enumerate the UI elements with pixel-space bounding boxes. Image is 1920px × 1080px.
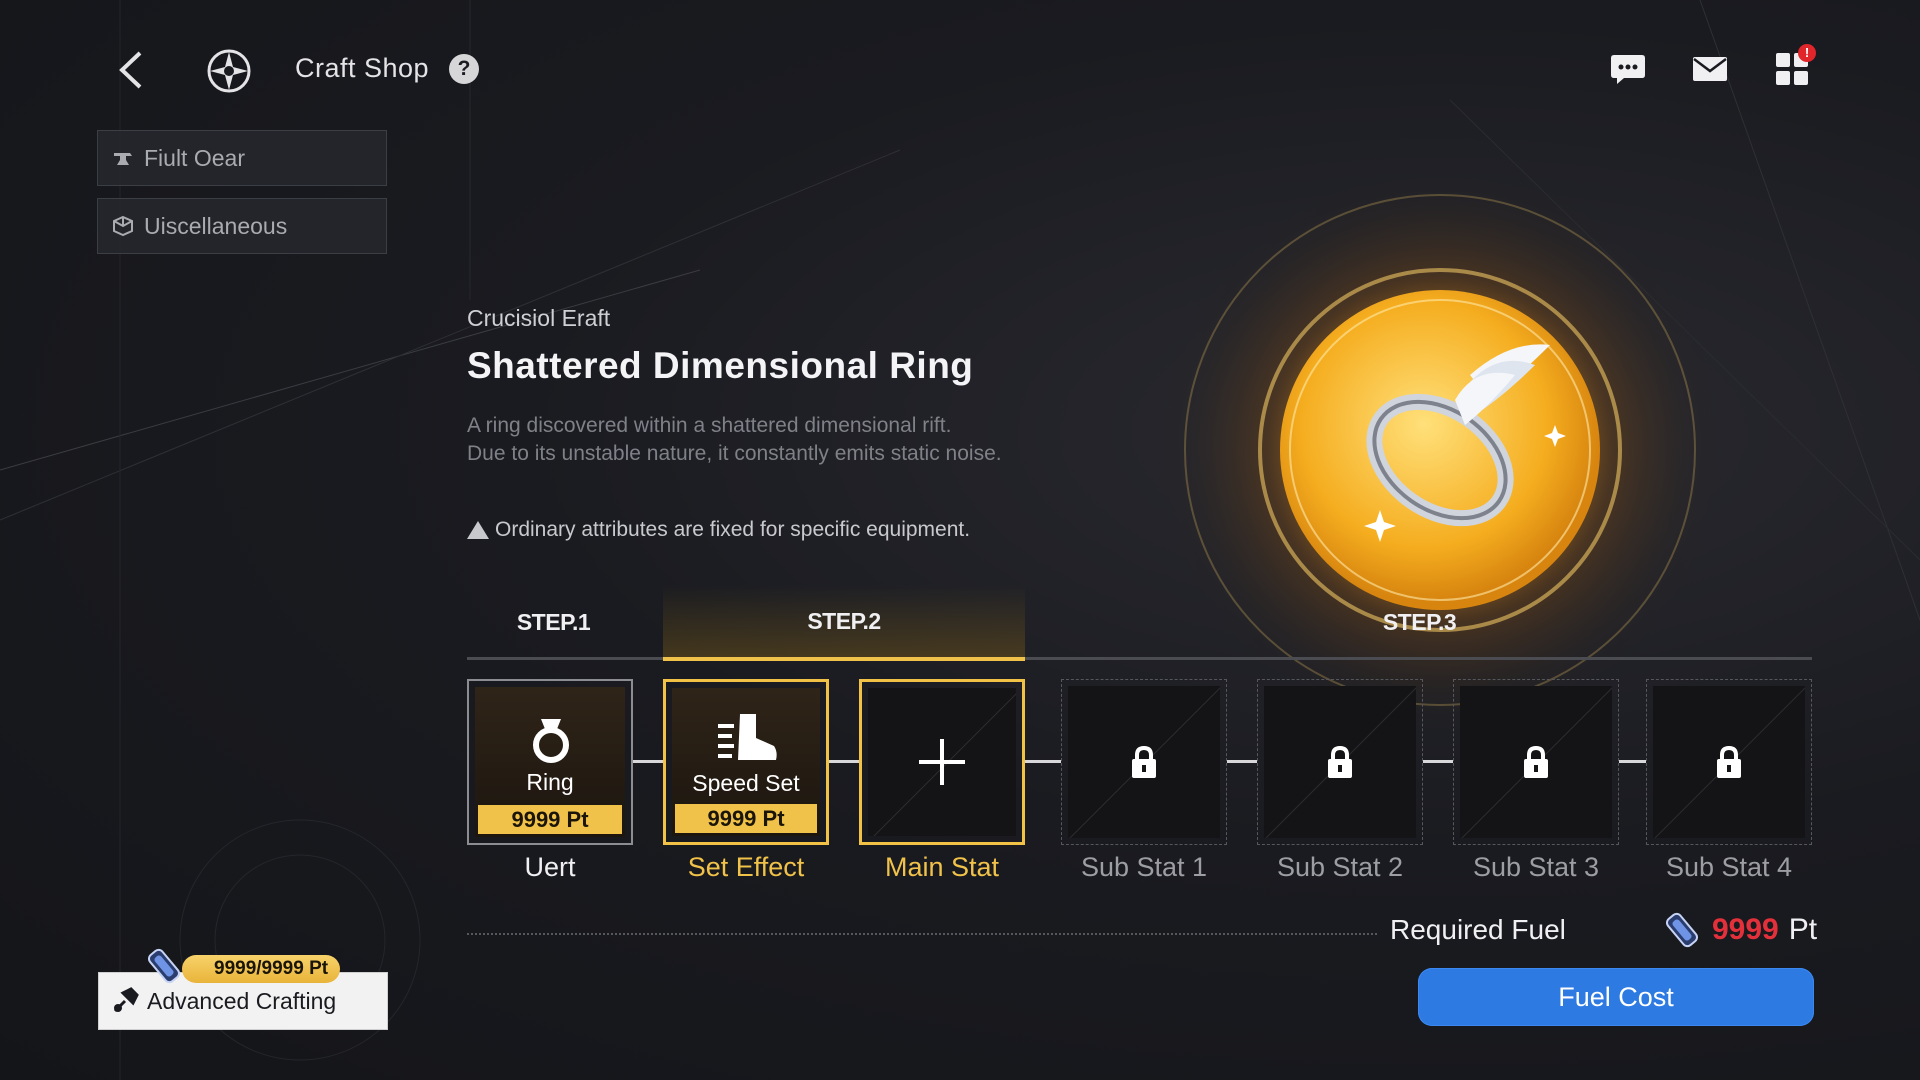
item-description: A ring discovered within a shattered dim… bbox=[467, 412, 1107, 468]
slot-label: Main Stat bbox=[884, 852, 1000, 882]
plus-icon bbox=[919, 739, 965, 785]
craft-emblem-icon bbox=[207, 49, 251, 93]
lock-icon bbox=[1717, 745, 1741, 778]
item-name: Shattered Dimensional Ring bbox=[467, 345, 974, 386]
craft-button[interactable]: Fuel Cost bbox=[1418, 968, 1814, 1026]
warning-text: Ordinary attributes are fixed for specif… bbox=[495, 518, 971, 541]
fuel-unit: Pt bbox=[1788, 913, 1818, 946]
tab-step-1[interactable]: STEP.1 bbox=[467, 585, 640, 660]
lock-icon bbox=[1328, 745, 1352, 778]
crafting-slots: Ring 9999 Pt Uert Speed Set 9999 Pt Set … bbox=[467, 679, 1812, 899]
required-fuel-cost: 9999 Pt bbox=[1662, 910, 1817, 950]
sidebar-item-label: Fiult Oear bbox=[144, 144, 245, 171]
slot-sub-stat-2[interactable] bbox=[1257, 679, 1423, 845]
slot-connector bbox=[1619, 760, 1646, 763]
hammer-icon bbox=[111, 987, 139, 1015]
description-line: Due to its unstable nature, it constantl… bbox=[467, 442, 1002, 465]
notification-badge: ! bbox=[1798, 44, 1816, 62]
sidebar-item-gear[interactable]: Fiult Oear bbox=[97, 130, 387, 186]
warning-icon bbox=[467, 521, 489, 539]
chevron-left-icon bbox=[119, 51, 142, 89]
slot-connector bbox=[1423, 760, 1453, 763]
slot-name: Ring bbox=[526, 769, 574, 795]
item-category: Crucisiol Eraft bbox=[467, 305, 611, 331]
dotted-separator bbox=[467, 933, 1377, 935]
advanced-points-badge: 9999/9999 Pt bbox=[182, 955, 341, 983]
fuel-amount: 9999 bbox=[1712, 913, 1779, 946]
slot-points: 9999 Pt bbox=[478, 805, 622, 834]
slot-connector bbox=[1025, 760, 1061, 763]
lock-icon bbox=[1524, 745, 1548, 778]
slot-name: Speed Set bbox=[692, 770, 800, 796]
lock-icon bbox=[1132, 745, 1156, 778]
slot-main-stat[interactable] bbox=[859, 679, 1025, 845]
help-icon[interactable]: ? bbox=[449, 54, 479, 84]
chat-icon bbox=[1611, 55, 1645, 84]
box-icon bbox=[112, 215, 134, 237]
slot-connector bbox=[633, 760, 663, 763]
page-title: Craft Shop bbox=[295, 53, 430, 83]
top-bar: Craft Shop ? ! bbox=[0, 0, 1920, 140]
required-fuel-label: Required Fuel bbox=[1390, 914, 1566, 945]
slot-label: Sub Stat 2 bbox=[1276, 852, 1404, 882]
slot-label: Uert bbox=[524, 852, 576, 882]
slot-label: Sub Stat 4 bbox=[1665, 852, 1793, 882]
sidebar-item-label: Uiscellaneous bbox=[144, 212, 288, 239]
step-tabs: STEP.1 STEP.2 STEP.3 bbox=[467, 585, 1812, 663]
boot-icon bbox=[718, 714, 777, 760]
slot-points: 9999 Pt bbox=[675, 804, 817, 833]
slot-label: Sub Stat 1 bbox=[1080, 852, 1208, 882]
chat-button[interactable] bbox=[1608, 50, 1648, 88]
ring-icon bbox=[533, 719, 569, 763]
description-line: A ring discovered within a shattered dim… bbox=[467, 414, 952, 437]
slot-label: Sub Stat 3 bbox=[1472, 852, 1600, 882]
slot-connector bbox=[1227, 760, 1257, 763]
mail-icon bbox=[1693, 57, 1727, 81]
sidebar-item-misc[interactable]: Uiscellaneous bbox=[97, 198, 387, 254]
anvil-icon bbox=[112, 147, 134, 169]
mail-button[interactable] bbox=[1690, 50, 1730, 88]
slot-sub-stat-3[interactable] bbox=[1453, 679, 1619, 845]
slot-connector bbox=[829, 760, 859, 763]
slot-ring[interactable]: Ring 9999 Pt bbox=[467, 679, 633, 845]
fuel-gem-icon bbox=[1665, 912, 1699, 948]
fuel-gem-icon bbox=[147, 948, 181, 984]
tab-step-2[interactable]: STEP.2 bbox=[663, 585, 1025, 661]
advanced-points: 9999/9999 Pt bbox=[214, 958, 329, 979]
slot-sub-stat-1[interactable] bbox=[1061, 679, 1227, 845]
slot-sub-stat-4[interactable] bbox=[1646, 679, 1812, 845]
slot-label: Set Effect bbox=[687, 852, 805, 882]
warning-notice: Ordinary attributes are fixed for specif… bbox=[467, 518, 970, 542]
slot-set-effect[interactable]: Speed Set 9999 Pt bbox=[663, 679, 829, 845]
menu-button[interactable]: ! bbox=[1772, 44, 1816, 88]
advanced-crafting-label: Advanced Crafting bbox=[147, 987, 337, 1014]
tab-step-3[interactable]: STEP.3 bbox=[1027, 585, 1812, 660]
back-button[interactable] bbox=[110, 48, 150, 92]
